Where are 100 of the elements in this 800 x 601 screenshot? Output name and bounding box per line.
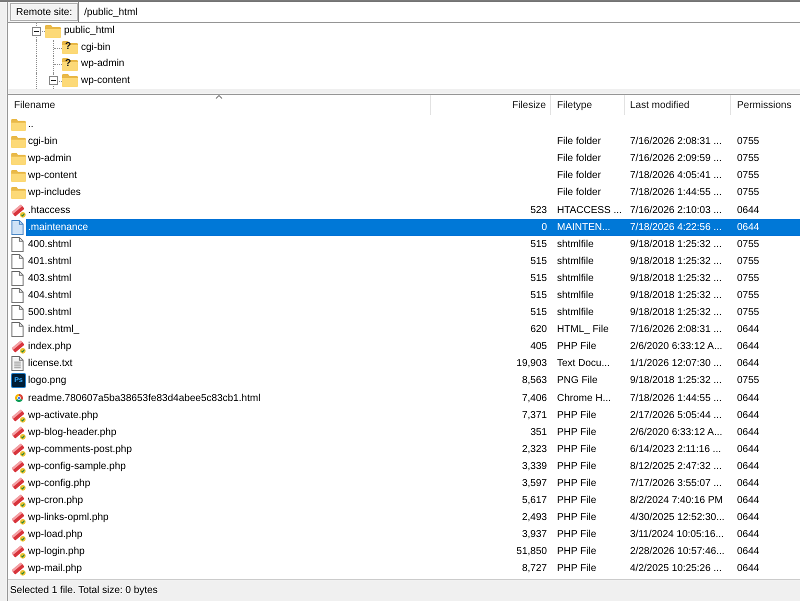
file-name[interactable]: readme.780607a5ba38653fe83d4abee5c83cb1.html bbox=[26, 390, 431, 407]
eraser-check-icon bbox=[11, 561, 26, 576]
file-name[interactable]: wp-blog-header.php bbox=[26, 424, 431, 441]
file-name[interactable]: 404.shtml bbox=[26, 286, 431, 304]
file-type: shtmlfile bbox=[556, 238, 595, 252]
tree-item[interactable]: wp-admin bbox=[81, 59, 124, 70]
remote-site-field[interactable]: /public_html bbox=[78, 2, 800, 22]
file-name[interactable]: .. bbox=[26, 116, 431, 134]
file-name[interactable]: 400.shtml bbox=[26, 236, 431, 253]
remote-site-label: Remote site: bbox=[10, 3, 78, 21]
permissions: 0644 bbox=[736, 204, 760, 218]
file-type: PHP File bbox=[556, 442, 598, 457]
collapse-icon[interactable] bbox=[49, 76, 58, 86]
eraser-check-icon bbox=[11, 510, 26, 526]
tree-item[interactable]: wp-content bbox=[81, 76, 130, 86]
modified-time: 6/14/2023 2:11:16 ... bbox=[629, 442, 722, 457]
column-header[interactable]: Filesize bbox=[431, 95, 551, 115]
file-icon bbox=[11, 288, 24, 303]
file-icon bbox=[11, 236, 24, 252]
modified-time: 9/18/2018 1:25:32 ... bbox=[629, 238, 723, 252]
modified-time: 2/17/2026 5:05:44 ... bbox=[629, 408, 723, 423]
file-type: MAINTEN... bbox=[551, 218, 625, 236]
file-size: 405 bbox=[529, 340, 548, 354]
sort-caret-icon bbox=[216, 95, 222, 99]
file-name[interactable]: 403.shtml bbox=[26, 270, 431, 287]
column-header[interactable]: Filetype bbox=[551, 95, 625, 115]
permissions: 0755 bbox=[736, 254, 760, 269]
eraser-check-icon bbox=[11, 527, 26, 542]
column-header[interactable]: Filename bbox=[8, 95, 431, 115]
file-name[interactable]: wp-links-opml.php bbox=[26, 509, 431, 526]
file-name[interactable]: wp-comments-post.php bbox=[26, 440, 431, 458]
file-name[interactable]: wp-load.php bbox=[26, 526, 431, 544]
file-size: 7,371 bbox=[520, 408, 548, 423]
folder-icon bbox=[62, 74, 78, 88]
file-name[interactable]: 401.shtml bbox=[26, 252, 431, 270]
file-name[interactable]: wp-admin bbox=[26, 150, 431, 168]
tree-item[interactable]: public_html bbox=[64, 26, 115, 36]
permissions: 0755 bbox=[736, 152, 760, 166]
file-type: HTML_ File bbox=[556, 323, 610, 338]
modified-time: 7/17/2026 3:55:07 ... bbox=[629, 477, 723, 492]
file-type: Chrome H... bbox=[556, 392, 612, 406]
file-type: PHP File bbox=[556, 562, 598, 576]
file-name[interactable]: index.html_ bbox=[26, 321, 431, 338]
modified-time: 1/1/2026 12:07:30 ... bbox=[629, 357, 723, 372]
permissions: 0755 bbox=[736, 306, 760, 320]
modified-time: 7/16/2026 2:08:31 ... bbox=[629, 135, 723, 150]
file-name[interactable]: wp-config-sample.php bbox=[26, 458, 431, 475]
file-icon bbox=[11, 305, 24, 320]
file-name[interactable]: wp-cron.php bbox=[26, 492, 431, 510]
modified-time: 9/18/2018 1:25:32 ... bbox=[629, 254, 723, 269]
file-name[interactable]: .maintenance bbox=[26, 218, 431, 236]
file-name[interactable]: .htaccess bbox=[26, 201, 431, 219]
column-header[interactable]: Last modified bbox=[625, 95, 731, 115]
file-icon bbox=[11, 254, 24, 269]
file-size: 515 bbox=[529, 288, 548, 303]
file-name[interactable]: wp-login.php bbox=[26, 543, 431, 560]
question-mark: ? bbox=[65, 42, 72, 52]
permissions: 0644 bbox=[736, 545, 760, 560]
file-size: 3,339 bbox=[520, 460, 548, 474]
permissions: 0755 bbox=[736, 169, 760, 184]
eraser-check-icon bbox=[11, 424, 26, 440]
file-name[interactable]: 500.shtml bbox=[26, 304, 431, 322]
permissions: 0755 bbox=[736, 135, 760, 150]
eraser-check-icon bbox=[11, 408, 26, 423]
file-type: shtmlfile bbox=[556, 272, 595, 286]
modified-time: 7/18/2026 4:22:56 ... bbox=[625, 218, 731, 236]
modified-time: 7/16/2026 2:08:31 ... bbox=[629, 323, 723, 338]
file-name[interactable]: wp-mail.php bbox=[26, 560, 431, 578]
modified-time: 7/16/2026 2:10:03 ... bbox=[629, 204, 723, 218]
tree-item[interactable]: cgi-bin bbox=[81, 42, 110, 53]
folder-icon bbox=[62, 58, 78, 71]
file-name[interactable]: cgi-bin bbox=[26, 133, 431, 150]
file-name[interactable]: index.php bbox=[26, 338, 431, 356]
file-name[interactable]: wp-includes bbox=[26, 184, 431, 202]
modified-time: 7/18/2026 1:44:55 ... bbox=[629, 392, 723, 406]
modified-time: 4/30/2025 12:52:30... bbox=[629, 511, 726, 526]
folder-icon bbox=[11, 170, 26, 182]
column-header[interactable]: Permissions bbox=[731, 95, 800, 115]
file-name[interactable]: wp-activate.php bbox=[26, 406, 431, 424]
file-name[interactable]: wp-config.php bbox=[26, 474, 431, 492]
folder-icon bbox=[62, 41, 78, 54]
file-size: 620 bbox=[529, 323, 548, 338]
file-type: PHP File bbox=[556, 460, 598, 474]
file-name[interactable]: license.txt bbox=[26, 355, 431, 372]
eraser-check-icon bbox=[11, 544, 26, 560]
eraser-check-icon bbox=[11, 476, 26, 492]
file-size: 5,617 bbox=[520, 494, 548, 508]
modified-time: 3/11/2024 10:05:16... bbox=[629, 528, 725, 542]
eraser-check-icon bbox=[11, 202, 26, 218]
file-size: 51,850 bbox=[515, 545, 548, 560]
text-file-icon bbox=[11, 356, 24, 372]
collapse-icon[interactable] bbox=[32, 26, 41, 36]
permissions: 0644 bbox=[736, 426, 760, 440]
folder-icon bbox=[11, 152, 26, 165]
file-size: 351 bbox=[529, 426, 548, 440]
permissions: 0755 bbox=[736, 238, 760, 252]
file-type: File folder bbox=[556, 152, 602, 166]
file-name[interactable]: logo.png bbox=[26, 372, 431, 390]
modified-time: 9/18/2018 1:25:32 ... bbox=[629, 288, 723, 303]
file-name[interactable]: wp-content bbox=[26, 167, 431, 184]
